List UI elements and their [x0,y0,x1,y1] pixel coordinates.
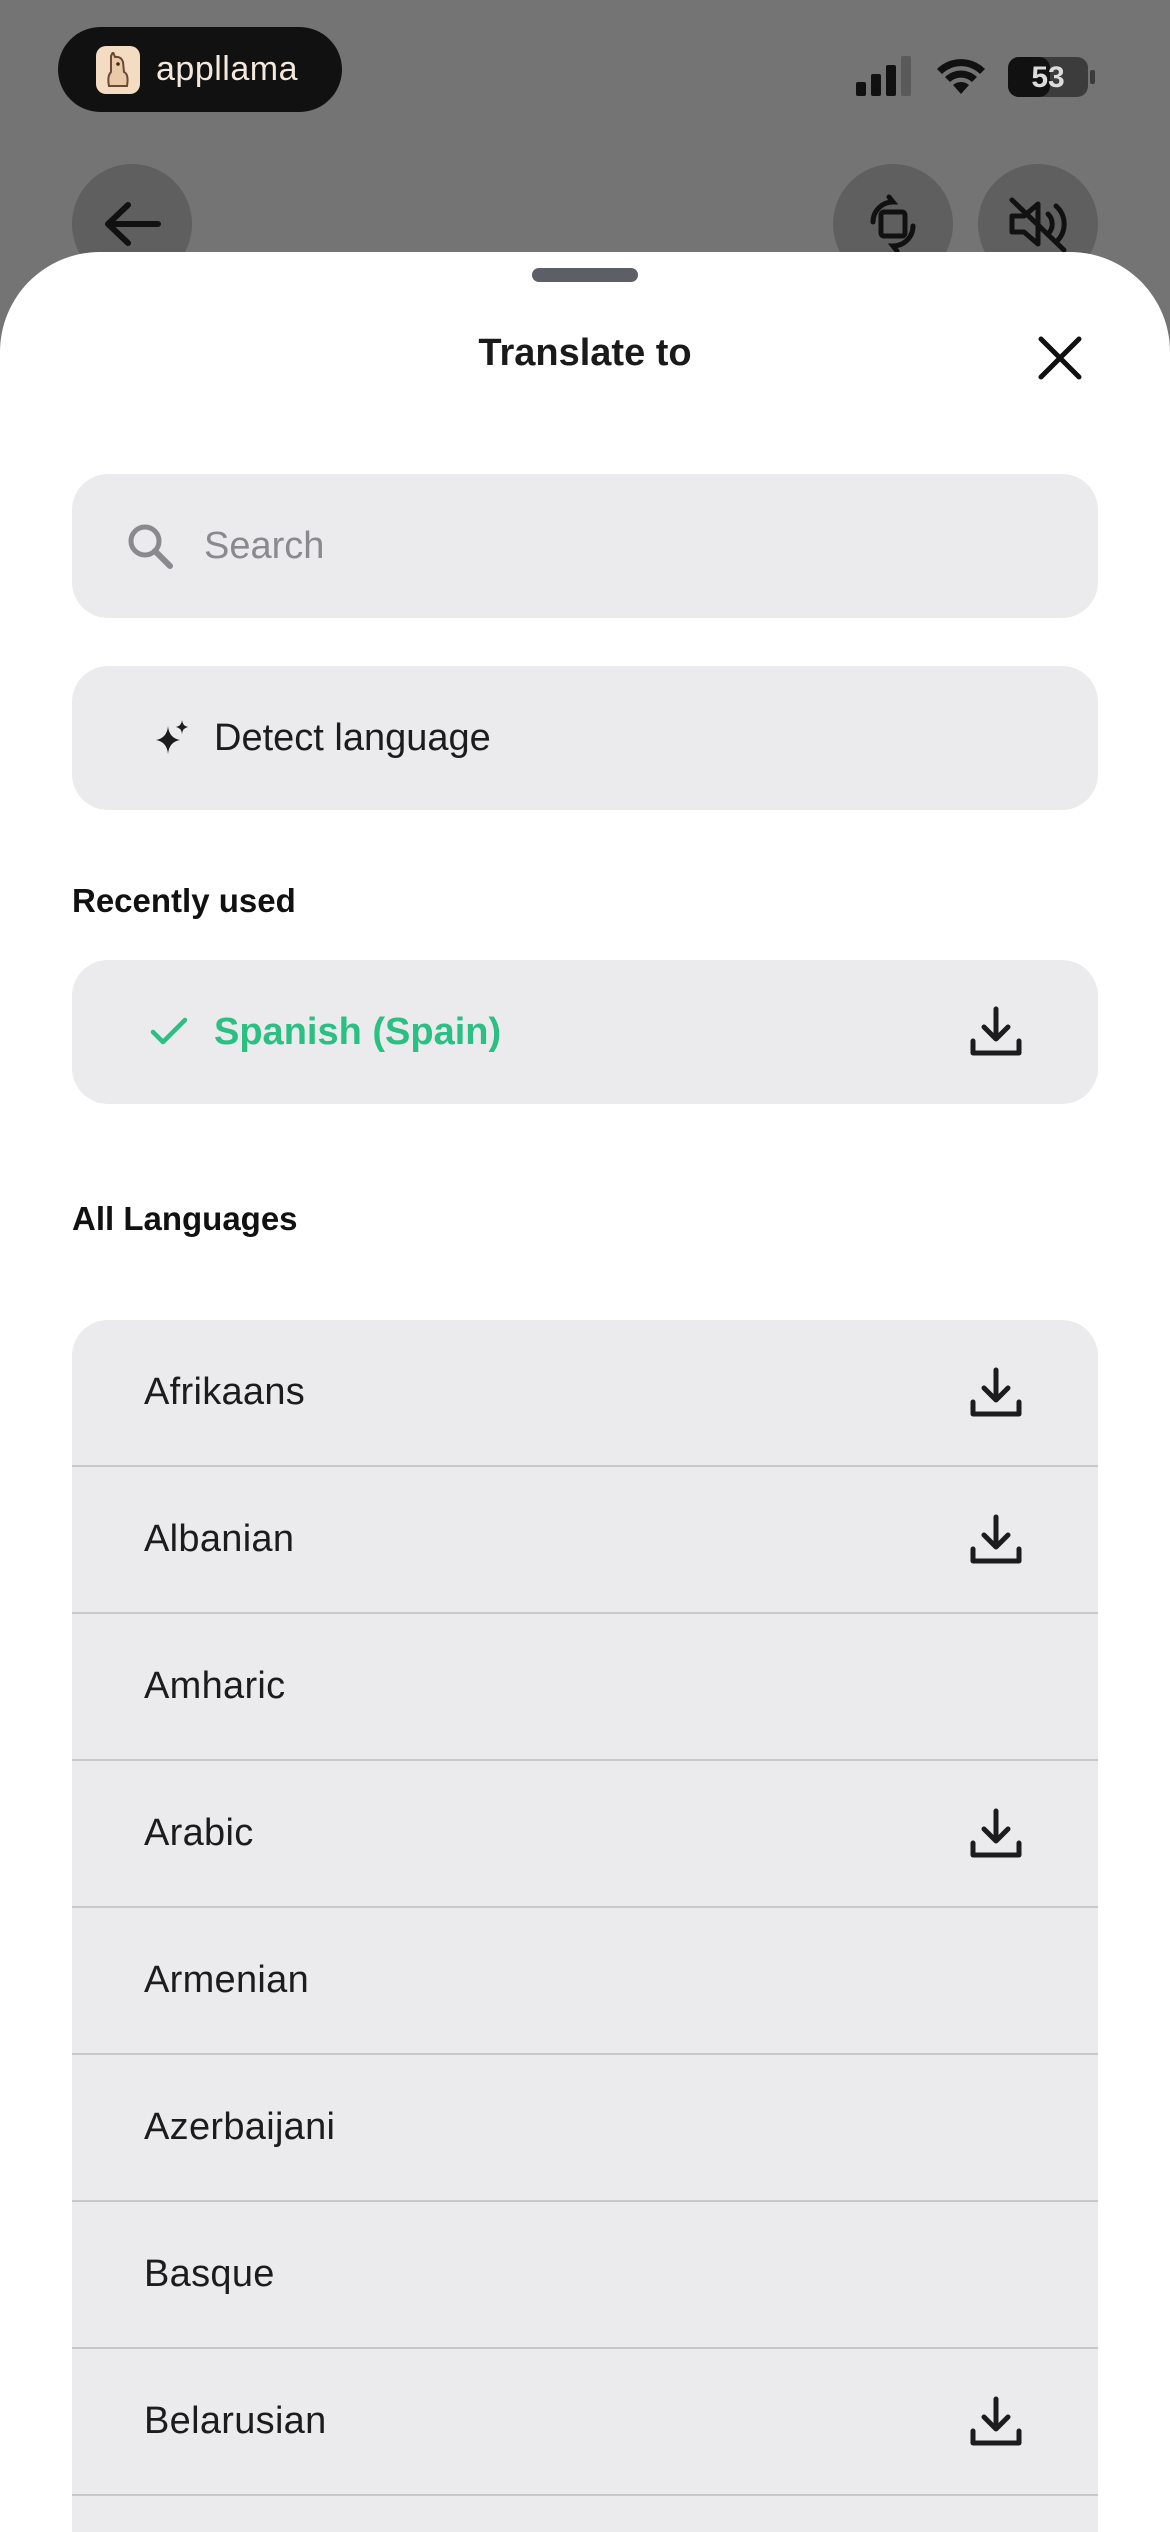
detect-language-button[interactable]: Detect language [72,666,1098,810]
all-languages-heading: All Languages [72,1200,298,1237]
sheet-title: Translate to [478,332,692,374]
close-icon [1038,336,1082,380]
download-icon [970,1006,1022,1056]
language-label: Arabic [144,1812,254,1854]
search-input[interactable] [202,523,1026,569]
search-icon [124,520,176,572]
app-name: appllama [156,50,298,88]
app-indicator-pill[interactable]: appllama [58,27,342,112]
close-button[interactable] [1030,328,1090,388]
language-label: Belarusian [144,2400,327,2442]
download-button[interactable] [966,1510,1026,1570]
cellular-signal-icon [856,56,911,96]
language-row-armenian[interactable]: Armenian [72,1908,1098,2055]
download-icon [970,1514,1022,1563]
language-label: Basque [144,2253,275,2295]
language-row-arabic[interactable]: Arabic [72,1761,1098,1908]
download-icon [970,1808,1022,1857]
download-button[interactable] [966,2392,1026,2452]
language-label: Amharic [144,1665,286,1707]
download-button[interactable] [966,1363,1026,1423]
language-label: Armenian [144,1959,310,2001]
language-row-amharic[interactable]: Amharic [72,1614,1098,1761]
recently-used-heading: Recently used [72,882,296,919]
sheet-grabber[interactable] [532,268,638,282]
download-icon [970,2396,1022,2445]
sparkle-icon [150,716,194,760]
status-bar: appllama 53 [0,0,1170,150]
download-button[interactable] [966,1002,1026,1062]
language-list: Afrikaans Albanian Amharic Arabic Armeni… [72,1320,1098,2532]
detect-language-label: Detect language [214,716,491,759]
language-row-basque[interactable]: Basque [72,2202,1098,2349]
translate-sheet: Translate to Detect language Recently us… [0,252,1170,2532]
battery-level: 53 [1031,61,1064,94]
language-row-azerbaijani[interactable]: Azerbaijani [72,2055,1098,2202]
checkmark-icon [148,1011,190,1053]
wifi-icon [937,59,985,94]
arrow-left-icon [105,202,161,246]
battery-icon: 53 [1008,57,1095,97]
speaker-muted-icon [1009,197,1067,253]
download-button[interactable] [966,1804,1026,1864]
language-label: Azerbaijani [144,2106,336,2148]
search-box[interactable] [72,474,1098,618]
recent-language-label: Spanish (Spain) [214,1010,502,1053]
language-row-afrikaans[interactable]: Afrikaans [72,1320,1098,1467]
language-row-partial[interactable] [72,2496,1098,2532]
language-label: Afrikaans [144,1371,306,1413]
llama-logo-icon [96,45,140,94]
language-row-belarusian[interactable]: Belarusian [72,2349,1098,2496]
recent-language-item[interactable]: Spanish (Spain) [72,960,1098,1104]
rotate-screen-icon [870,194,916,254]
language-row-albanian[interactable]: Albanian [72,1467,1098,1614]
download-icon [970,1367,1022,1416]
language-label: Albanian [144,1518,295,1560]
